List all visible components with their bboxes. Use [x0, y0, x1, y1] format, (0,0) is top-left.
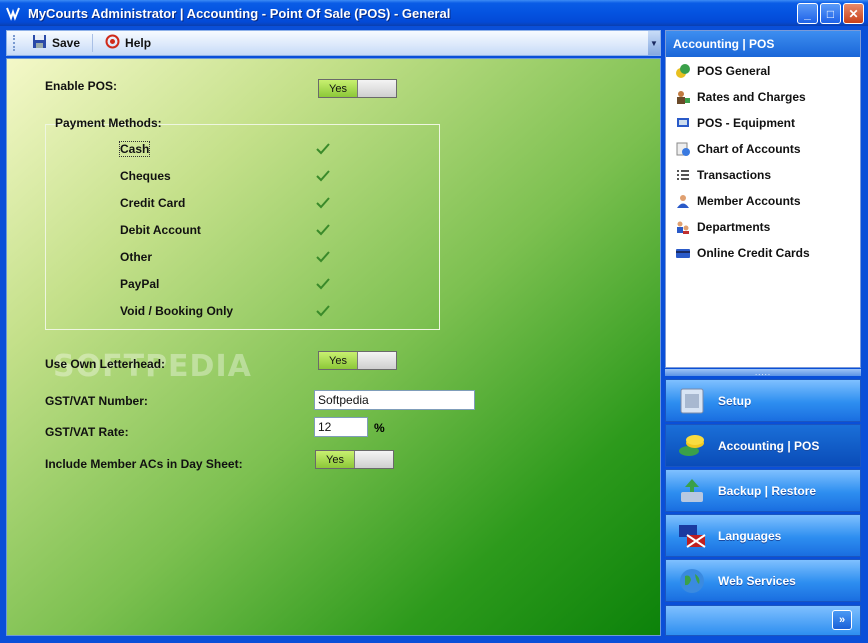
- nav-rates-and-charges[interactable]: Rates and Charges: [666, 84, 860, 110]
- save-icon: [32, 34, 47, 52]
- panel-splitter[interactable]: .....: [665, 368, 861, 377]
- save-button[interactable]: Save: [24, 32, 88, 54]
- nav-transactions[interactable]: Transactions: [666, 162, 860, 188]
- user-icon: [674, 193, 691, 210]
- nav-label: Departments: [697, 220, 771, 234]
- app-logo-icon: [4, 4, 22, 22]
- nav-button-label: Backup | Restore: [718, 483, 817, 498]
- toggle-knob: [355, 451, 393, 468]
- gst-rate-unit: %: [374, 421, 385, 435]
- nav-bottom-bar: »: [665, 605, 861, 636]
- nav-member-accounts[interactable]: Member Accounts: [666, 188, 860, 214]
- nav-button-label: Languages: [718, 528, 782, 543]
- check-icon[interactable]: [315, 196, 331, 210]
- nav-label: POS - Equipment: [697, 116, 796, 130]
- nav-label: Transactions: [697, 168, 772, 182]
- nav-chart-of-accounts[interactable]: Chart of Accounts: [666, 136, 860, 162]
- nav-label: POS General: [697, 64, 771, 78]
- credit-card-icon: [674, 245, 691, 262]
- panel-header: Accounting | POS: [666, 31, 860, 57]
- help-label: Help: [125, 36, 152, 50]
- nav-online-credit-cards[interactable]: Online Credit Cards: [666, 240, 860, 266]
- toggle-value: Yes: [319, 352, 358, 369]
- backup-icon: [676, 475, 708, 507]
- enable-pos-toggle[interactable]: Yes: [318, 79, 397, 98]
- accounts-icon: [674, 141, 691, 158]
- check-icon[interactable]: [315, 304, 331, 318]
- check-icon[interactable]: [315, 169, 331, 183]
- close-button[interactable]: ✕: [843, 3, 864, 24]
- maximize-button[interactable]: □: [820, 3, 841, 24]
- minimize-button[interactable]: _: [797, 3, 818, 24]
- payment-method-other[interactable]: Other: [120, 250, 152, 264]
- nav-button-label: Setup: [718, 393, 752, 408]
- nav-button-backup-restore[interactable]: Backup | Restore: [665, 469, 861, 512]
- window-title: MyCourts Administrator | Accounting - Po…: [28, 5, 451, 21]
- nav-button-languages[interactable]: Languages: [665, 514, 861, 557]
- nav-departments[interactable]: Departments: [666, 214, 860, 240]
- payment-method-credit-card[interactable]: Credit Card: [120, 196, 185, 210]
- toggle-value: Yes: [316, 451, 355, 468]
- toggle-knob: [358, 80, 396, 97]
- include-member-label: Include Member ACs in Day Sheet:: [45, 457, 243, 471]
- enable-pos-label: Enable POS:: [45, 79, 118, 93]
- help-icon: [105, 34, 120, 52]
- check-icon[interactable]: [315, 250, 331, 264]
- use-own-letterhead-label: Use Own Letterhead:: [45, 357, 166, 371]
- nav-label: Chart of Accounts: [697, 142, 801, 156]
- gst-rate-label: GST/VAT Rate:: [45, 425, 129, 439]
- coins-icon: [676, 430, 708, 462]
- scanner-icon: [674, 115, 691, 132]
- main-content: SOFTPEDIA Enable POS: Yes Payment Method…: [6, 58, 661, 636]
- toolbar-grip[interactable]: [13, 35, 16, 51]
- gst-number-label: GST/VAT Number:: [45, 394, 148, 408]
- globe-icon: [676, 565, 708, 597]
- payment-methods-group: [45, 124, 440, 330]
- gst-number-input[interactable]: Softpedia: [314, 390, 475, 410]
- nav-label: Member Accounts: [697, 194, 801, 208]
- nav-label: Online Credit Cards: [697, 246, 810, 260]
- nav-button-label: Web Services: [718, 573, 796, 588]
- check-icon[interactable]: [315, 142, 331, 156]
- payment-method-cash[interactable]: Cash: [118, 141, 151, 157]
- include-member-toggle[interactable]: Yes: [315, 450, 394, 469]
- list-icon: [674, 167, 691, 184]
- check-icon[interactable]: [315, 223, 331, 237]
- save-label: Save: [52, 36, 81, 50]
- payment-method-debit-account[interactable]: Debit Account: [120, 223, 201, 237]
- check-icon[interactable]: [315, 277, 331, 291]
- nav-pos-equipment[interactable]: POS - Equipment: [666, 110, 860, 136]
- nav-button-accounting-pos[interactable]: Accounting | POS: [665, 424, 861, 467]
- coins-icon: [674, 63, 691, 80]
- title-bar: MyCourts Administrator | Accounting - Po…: [0, 0, 868, 26]
- toolbar-overflow-button[interactable]: ▼: [648, 31, 660, 55]
- expand-chevron-icon[interactable]: »: [832, 610, 852, 630]
- payment-method-paypal[interactable]: PayPal: [120, 277, 159, 291]
- payment-method-cheques[interactable]: Cheques: [120, 169, 171, 183]
- right-nav-panel: Accounting | POS POS General Rates and C…: [665, 30, 861, 368]
- use-own-letterhead-toggle[interactable]: Yes: [318, 351, 397, 370]
- person-money-icon: [674, 89, 691, 106]
- nav-button-setup[interactable]: Setup: [665, 379, 861, 422]
- gst-rate-input[interactable]: 12: [314, 417, 368, 437]
- help-button[interactable]: Help: [97, 32, 159, 54]
- nav-button-web-services[interactable]: Web Services: [665, 559, 861, 602]
- toggle-knob: [358, 352, 396, 369]
- setup-icon: [676, 385, 708, 417]
- departments-icon: [674, 219, 691, 236]
- toolbar-separator: [92, 34, 94, 52]
- nav-label: Rates and Charges: [697, 90, 806, 104]
- nav-button-label: Accounting | POS: [718, 438, 820, 453]
- nav-pos-general[interactable]: POS General: [666, 58, 860, 84]
- toolbar: Save Help ▼: [6, 30, 661, 56]
- toggle-value: Yes: [319, 80, 358, 97]
- payment-method-void[interactable]: Void / Booking Only: [120, 304, 233, 318]
- payment-methods-title: Payment Methods:: [55, 116, 162, 130]
- flags-icon: [676, 520, 708, 552]
